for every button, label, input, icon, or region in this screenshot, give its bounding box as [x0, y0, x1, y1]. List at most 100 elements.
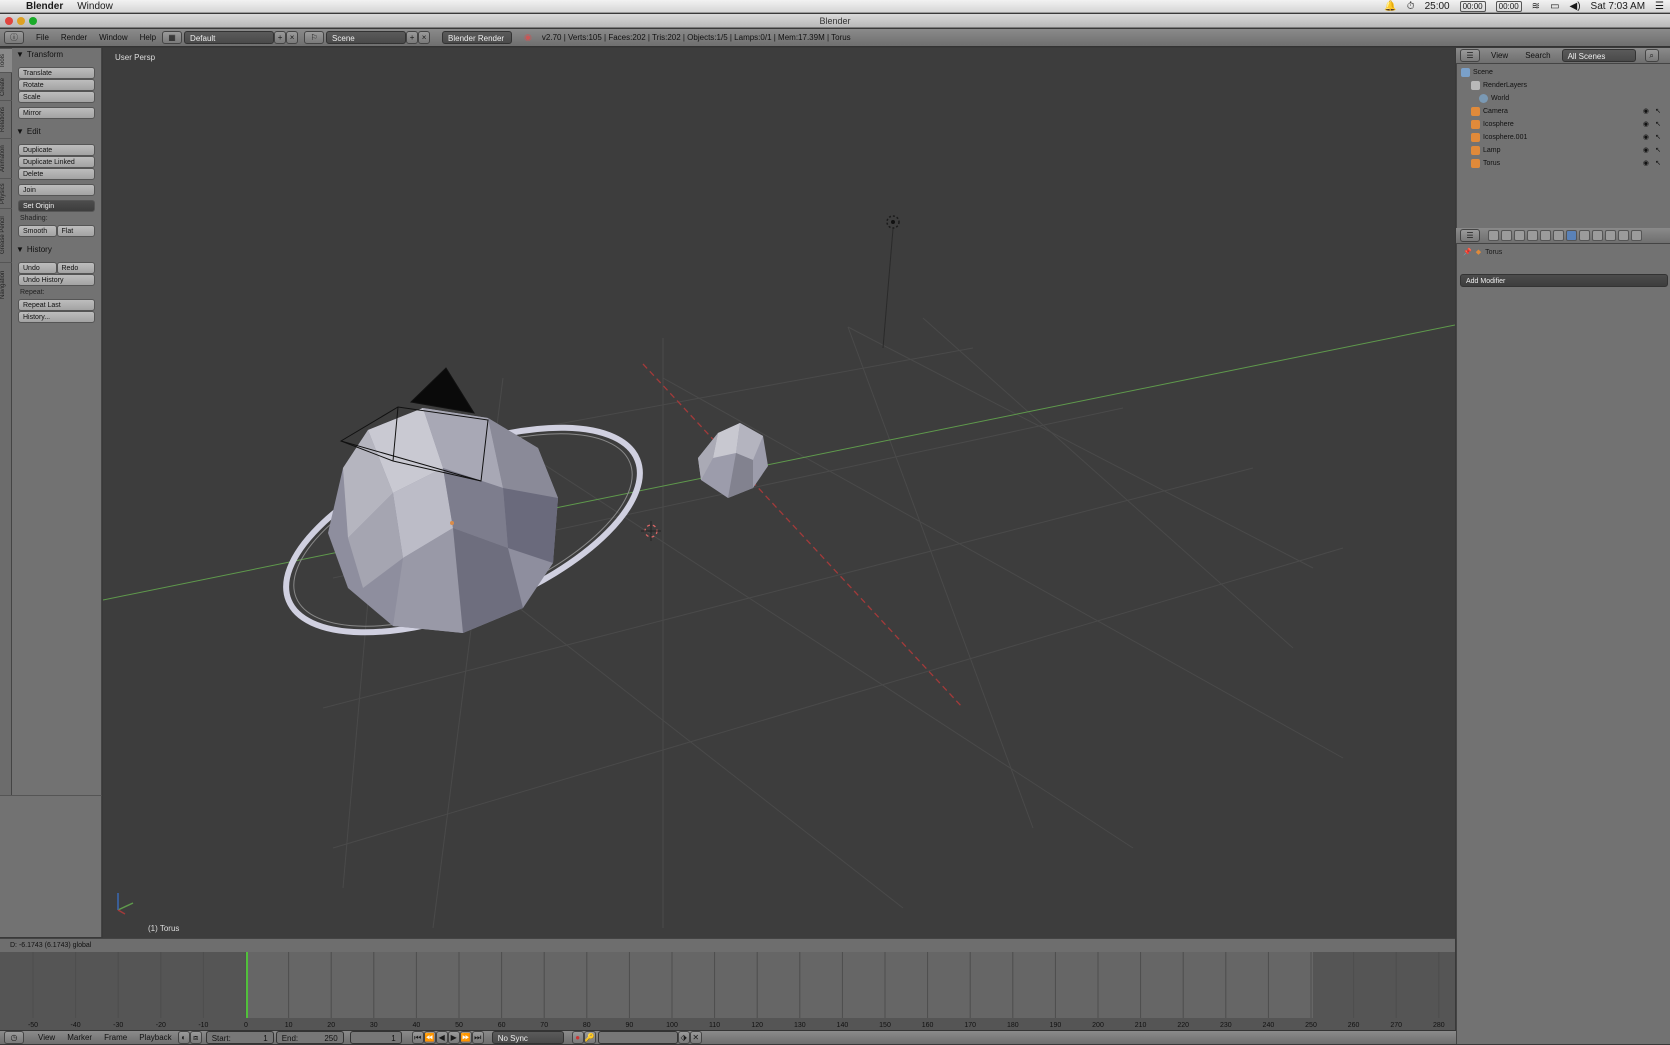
lamp-object[interactable] [882, 215, 900, 349]
timeline-ruler[interactable]: -50 -40 -30 -20 -10 0 10 20 30 40 50 60 70 80 90 100 110… [0, 952, 1455, 1030]
end-frame-field[interactable]: End: 250 [275, 1031, 344, 1044]
flat-button[interactable]: Flat [56, 225, 95, 237]
outliner-item[interactable]: Torus ◉ ↖ [1471, 157, 1670, 170]
tab-navigation[interactable]: Navigation [0, 262, 12, 306]
current-frame-field[interactable]: 1 [349, 1031, 402, 1044]
timeline-menu-frame[interactable]: Frame [98, 1031, 133, 1045]
render-tab-icon[interactable] [1488, 230, 1499, 241]
menu-window[interactable]: Window [93, 31, 133, 45]
constraints-tab-icon[interactable] [1553, 230, 1564, 241]
scene-tab-icon[interactable] [1514, 230, 1525, 241]
texture-tab-icon[interactable] [1605, 230, 1616, 241]
timeline-menu-playback[interactable]: Playback [133, 1031, 177, 1045]
timer-icon[interactable]: ⏱ [1407, 1, 1415, 12]
add-scene-icon[interactable]: + [406, 31, 419, 44]
timeline-area[interactable]: -50 -40 -30 -20 -10 0 10 20 30 40 50 60 70 80 90 100 110… [0, 952, 1455, 1030]
scale-button[interactable]: Scale [18, 91, 95, 103]
minimize-icon[interactable] [17, 17, 25, 25]
mirror-button[interactable]: Mirror [18, 107, 95, 119]
keying-set-icon[interactable]: 🔑 [583, 1031, 596, 1044]
translate-button[interactable]: Translate [18, 67, 95, 79]
outliner-item[interactable]: Icosphere ◉ ↖ [1471, 118, 1670, 131]
outliner-item[interactable]: RenderLayers [1471, 79, 1670, 92]
insert-key-icon[interactable]: ⬗ [677, 1031, 690, 1044]
remove-layout-icon[interactable]: × [286, 31, 299, 44]
tab-grease-pencil[interactable]: Grease Pencil [0, 208, 12, 262]
outliner-editor-icon[interactable]: ☰ [1460, 49, 1480, 62]
scene-icon[interactable]: ⚐ [304, 31, 325, 44]
repeat-last-button[interactable]: Repeat Last [18, 299, 95, 311]
transform-panel-header[interactable]: ▼ Transform [12, 48, 101, 61]
clock-display[interactable]: 25:00 [1425, 1, 1450, 12]
prev-key-icon[interactable]: ⏪ [423, 1031, 436, 1044]
duplicate-button[interactable]: Duplicate [18, 144, 95, 156]
properties-editor[interactable]: 📌 ◆ Torus [1456, 228, 1670, 1044]
outliner-item[interactable]: Camera ◉ ↖ [1471, 105, 1670, 118]
3d-cursor[interactable] [641, 521, 661, 541]
editor-type-icon[interactable]: ⓘ [4, 31, 24, 44]
object-tab-icon[interactable] [1540, 230, 1551, 241]
render-engine-select[interactable]: Blender Render [442, 31, 513, 44]
play-reverse-icon[interactable]: ◀ [435, 1031, 448, 1044]
eye-icon[interactable]: ◉ [1643, 157, 1649, 170]
smooth-button[interactable]: Smooth [18, 225, 57, 237]
timer2-display[interactable]: 00:00 [1495, 1, 1522, 12]
particles-tab-icon[interactable] [1618, 230, 1629, 241]
world-tab-icon[interactable] [1527, 230, 1538, 241]
tab-physics[interactable]: Physics [0, 178, 12, 208]
add-layout-icon[interactable]: + [274, 31, 287, 44]
join-button[interactable]: Join [18, 184, 95, 196]
list-icon[interactable]: ☰ [1655, 1, 1664, 12]
datetime-display[interactable]: Sat 7:03 AM [1591, 1, 1645, 12]
window-menu[interactable]: Window [77, 1, 113, 12]
tab-tools[interactable]: Tools [0, 48, 12, 72]
timeline-menu-marker[interactable]: Marker [61, 1031, 98, 1045]
start-frame-field[interactable]: Start: 1 [205, 1031, 274, 1044]
eye-icon[interactable]: ◉ [1643, 118, 1649, 131]
play-icon[interactable]: ▶ [447, 1031, 460, 1044]
menu-file[interactable]: File [30, 31, 55, 45]
physics-tab-icon[interactable] [1631, 230, 1642, 241]
layout-field[interactable]: Default [184, 31, 275, 44]
undo-button[interactable]: Undo [18, 262, 57, 274]
outliner-item[interactable]: Lamp ◉ ↖ [1471, 144, 1670, 157]
operator-panel[interactable] [0, 795, 102, 937]
set-origin-select[interactable]: Set Origin [18, 200, 95, 212]
modifiers-tab-icon[interactable] [1566, 230, 1577, 241]
menu-render[interactable]: Render [55, 31, 93, 45]
tab-animation[interactable]: Animation [0, 138, 12, 178]
outliner-item[interactable]: Scene [1461, 66, 1670, 79]
preview-range-icon[interactable]: ◐ [177, 1031, 190, 1044]
tab-create[interactable]: Create [0, 72, 12, 100]
eye-icon[interactable]: ◉ [1643, 105, 1649, 118]
properties-editor-icon[interactable]: ☰ [1460, 229, 1480, 242]
outliner[interactable]: Scene RenderLayers World Camera ◉ ↖ Icosph… [1456, 48, 1670, 228]
add-modifier-select[interactable]: Add Modifier [1460, 274, 1668, 287]
cursor-icon[interactable]: ↖ [1655, 118, 1661, 131]
next-key-icon[interactable]: ⏩ [459, 1031, 472, 1044]
tab-relations[interactable]: Relations [0, 100, 12, 138]
timer1-display[interactable]: 00:00 [1459, 1, 1486, 12]
cursor-icon[interactable]: ↖ [1655, 105, 1661, 118]
battery-icon[interactable]: ▭ [1550, 1, 1559, 12]
outliner-scenes-select[interactable]: All Scenes [1561, 49, 1636, 62]
bell-icon[interactable]: 🔔 [1384, 1, 1396, 12]
rotate-button[interactable]: Rotate [18, 79, 95, 91]
eye-icon[interactable]: ◉ [1643, 131, 1649, 144]
zoom-icon[interactable] [29, 17, 37, 25]
eye-icon[interactable]: ◉ [1643, 144, 1649, 157]
search-icon[interactable]: ⌕ [1644, 49, 1659, 62]
scene-field[interactable]: Scene [326, 31, 407, 44]
outliner-menu-view[interactable]: View [1485, 49, 1514, 63]
history-button[interactable]: History... [18, 311, 95, 323]
outliner-item[interactable]: World [1479, 92, 1670, 105]
outliner-menu-search[interactable]: Search [1519, 49, 1556, 63]
remove-scene-icon[interactable]: × [418, 31, 431, 44]
duplicate-linked-button[interactable]: Duplicate Linked [18, 156, 95, 168]
delete-button[interactable]: Delete [18, 168, 95, 180]
history-panel-header[interactable]: ▼ History [12, 243, 101, 256]
app-menu[interactable]: Blender [26, 1, 63, 12]
sync-select[interactable]: No Sync [491, 1031, 564, 1044]
timeline-menu-view[interactable]: View [32, 1031, 61, 1045]
timeline-editor-icon[interactable]: ◷ [4, 1031, 24, 1044]
